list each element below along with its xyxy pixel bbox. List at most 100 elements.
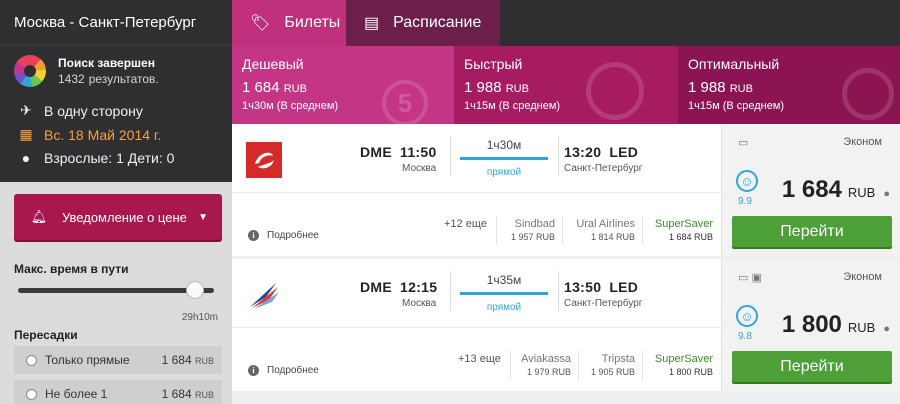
- agency-price: 1 684 RUB: [668, 232, 713, 242]
- chevron-down-icon: ▼: [198, 211, 208, 223]
- price-alert-label: Уведомление о цене: [62, 209, 187, 225]
- stops-option-direct[interactable]: Только прямые 1 684 RUB: [14, 346, 222, 374]
- five-badge-icon: 5: [382, 80, 428, 124]
- flight-details: DME 12:15 Москва 1ч35м прямой 13:50 LED Са…: [232, 259, 722, 391]
- agency-name: SuperSaver: [654, 218, 713, 230]
- category-fastest[interactable]: Быстрый 1 988 RUB 1ч15м (В среднем): [454, 46, 678, 124]
- stops-option-price: 1 684 RUB: [161, 353, 214, 367]
- arrival-time: 13:50: [564, 279, 602, 295]
- flight-card: DME 11:50 Москва 1ч30м прямой 13:20 LED Са…: [232, 124, 900, 256]
- stops-title: Пересадки: [14, 328, 78, 342]
- separator: [558, 136, 559, 176]
- direct-label: прямой: [486, 167, 522, 178]
- passengers[interactable]: ● Взрослые: 1 Дети: 0: [18, 150, 175, 166]
- separator: [558, 271, 559, 311]
- divider: [232, 192, 722, 193]
- category-duration: 1ч15м (В среднем): [464, 100, 561, 112]
- divider: [232, 327, 722, 328]
- route-title: Москва - Санкт-Петербург: [0, 0, 232, 46]
- smiley-icon: ☺: [736, 170, 758, 192]
- main-tabs: 🏷︎ Билеты ▤ Расписание: [232, 0, 900, 46]
- duration-line: [460, 292, 548, 295]
- trip-type[interactable]: ✈ В одну сторону: [18, 102, 143, 119]
- flight-duration: 1ч35м прямой: [460, 273, 548, 313]
- ticket-icon: 🏷︎: [250, 15, 271, 32]
- category-label: Дешевый: [242, 56, 304, 72]
- flight-card: DME 12:15 Москва 1ч35м прямой 13:50 LED Са…: [232, 259, 900, 391]
- max-time-title: Макс. время в пути: [14, 262, 129, 276]
- trip-date-label: Вс. 18 Май 2014 г.: [44, 126, 162, 143]
- agency-name: Ural Airlines: [576, 218, 635, 230]
- agency-name: Tripsta: [601, 353, 635, 365]
- tab-schedule[interactable]: ▤ Расписание: [346, 0, 500, 46]
- radio-button[interactable]: [26, 354, 37, 366]
- category-price: 1 988 RUB: [464, 79, 529, 96]
- agency-offer-best[interactable]: SuperSaver 1 684 RUB: [655, 218, 713, 242]
- stops-option-max1[interactable]: Не более 1 1 684 RUB: [14, 380, 222, 404]
- agency-offer[interactable]: Ural Airlines 1 814 RUB: [576, 218, 635, 242]
- max-time-slider-track[interactable]: [18, 288, 214, 293]
- departure-city: Москва: [402, 163, 437, 174]
- duration-label: 1ч35м: [486, 273, 522, 287]
- separator: [450, 136, 451, 176]
- radio-button[interactable]: [26, 388, 37, 400]
- cabin-class: Эконом: [843, 271, 882, 283]
- stops-option-label: Только прямые: [45, 353, 130, 367]
- more-offers-link[interactable]: +12 еще: [444, 218, 487, 230]
- details-link[interactable]: i Подробнее: [248, 365, 319, 376]
- card-and-luggage-icon: ▭ ▣: [738, 272, 762, 284]
- filters-panel: 🔔︎ Уведомление о цене ▼ Макс. время в пу…: [0, 182, 232, 404]
- price-panel: ▭ Эконом ☺ 9.9 1 684 RUB ● Перейти: [722, 124, 900, 256]
- max-time-slider-handle[interactable]: [186, 281, 204, 299]
- price-panel: ▭ ▣ Эконом ☺ 9.8 1 800 RUB ● Перейти: [722, 259, 900, 391]
- go-button[interactable]: Перейти: [732, 216, 892, 247]
- agency-price: 1 814 RUB: [590, 232, 635, 242]
- arrival: 13:50 LED Санкт-Петербург: [564, 279, 646, 309]
- details-label: Подробнее: [267, 365, 319, 376]
- trip-date[interactable]: ▦ Вс. 18 Май 2014 г.: [18, 126, 161, 143]
- aeroflot-logo: [246, 277, 282, 313]
- go-button[interactable]: Перейти: [732, 351, 892, 382]
- agency-offer[interactable]: Aviakassa 1 979 RUB: [521, 353, 571, 377]
- person-icon: ●: [883, 323, 890, 335]
- calendar-icon: ▦: [19, 126, 33, 142]
- passengers-label: Взрослые: 1 Дети: 0: [44, 150, 175, 166]
- person-icon: ●: [883, 188, 890, 200]
- separator: [562, 216, 563, 244]
- flight-duration: 1ч30м прямой: [460, 138, 548, 178]
- departure-code: DME: [360, 279, 393, 295]
- results-count: 1432 результатов.: [58, 72, 159, 86]
- separator: [450, 271, 451, 311]
- departure-code: DME: [360, 144, 393, 160]
- search-status: Поиск завершен 1432 результатов.: [14, 55, 163, 87]
- agency-offer[interactable]: Tripsta 1 905 RUB: [591, 353, 635, 377]
- tab-tickets[interactable]: 🏷︎ Билеты: [232, 0, 346, 46]
- price-alert-button[interactable]: 🔔︎ Уведомление о цене ▼: [14, 194, 222, 240]
- details-link[interactable]: i Подробнее: [248, 230, 319, 241]
- departure: DME 12:15 Москва: [360, 279, 445, 309]
- duration-label: 1ч30м: [486, 138, 522, 152]
- info-icon: i: [248, 365, 259, 376]
- departure: DME 11:50 Москва: [360, 144, 445, 174]
- person-icon: ●: [21, 150, 31, 166]
- agency-price: 1 979 RUB: [526, 367, 571, 377]
- departure-time: 12:15: [400, 279, 438, 295]
- category-optimal[interactable]: Оптимальный 1 988 RUB 1ч15м (В среднем): [678, 46, 900, 124]
- trip-type-label: В одну сторону: [44, 102, 143, 119]
- agency-price: 1 800 RUB: [668, 367, 713, 377]
- stops-option-price: 1 684 RUB: [161, 387, 214, 401]
- agency-offer-best[interactable]: SuperSaver 1 800 RUB: [655, 353, 713, 377]
- card-icon: ▭: [738, 137, 749, 149]
- more-offers-link[interactable]: +13 еще: [458, 353, 501, 365]
- tab-label: Расписание: [393, 14, 482, 31]
- search-spinner-icon: [14, 55, 46, 87]
- category-cheapest[interactable]: 5 Дешевый 1 684 RUB 1ч30м (В среднем): [232, 46, 454, 124]
- arrival-city: Санкт-Петербург: [564, 163, 643, 174]
- info-icon: i: [248, 230, 259, 241]
- status-title: Поиск завершен: [58, 56, 155, 70]
- duration-line: [460, 157, 548, 160]
- arrival-time: 13:20: [564, 144, 602, 160]
- details-label: Подробнее: [267, 230, 319, 241]
- airplane-icon: ✈: [20, 102, 32, 118]
- agency-offer[interactable]: Sindbad 1 957 RUB: [511, 218, 555, 242]
